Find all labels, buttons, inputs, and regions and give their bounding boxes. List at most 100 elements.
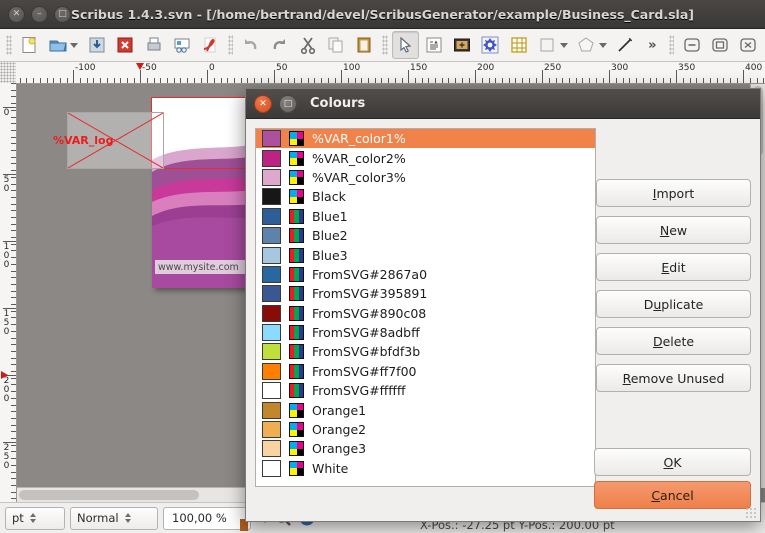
dialog-resize-grip[interactable] bbox=[745, 507, 757, 519]
colour-name-label: %VAR_color2% bbox=[312, 150, 406, 166]
insert-polygon-dropdown-icon[interactable] bbox=[598, 42, 607, 48]
save-document-icon[interactable] bbox=[83, 31, 110, 59]
toolbar-grip[interactable] bbox=[6, 35, 12, 55]
ruler-minor-tick bbox=[147, 78, 148, 83]
insert-text-frame-icon[interactable] bbox=[420, 31, 447, 59]
ruler-minor-tick bbox=[556, 78, 557, 83]
delete-button[interactable]: Delete bbox=[596, 327, 751, 355]
vruler-minor-tick bbox=[11, 271, 16, 272]
ruler-minor-tick bbox=[683, 78, 684, 83]
zoom-input[interactable]: 100,00 % bbox=[163, 506, 251, 530]
ruler-minor-tick bbox=[408, 78, 409, 83]
colour-list-item[interactable]: FromSVG#890c08 bbox=[256, 304, 595, 323]
colour-list-item[interactable]: Blue2 bbox=[256, 226, 595, 245]
insert-table-icon[interactable] bbox=[505, 31, 532, 59]
colour-list-item[interactable]: Blue1 bbox=[256, 207, 595, 226]
ruler-minor-tick bbox=[670, 78, 671, 83]
ruler-minor-tick bbox=[335, 78, 336, 83]
ruler-minor-tick bbox=[442, 78, 443, 83]
horizontal-scroll-thumb[interactable] bbox=[19, 490, 199, 500]
open-document-dropdown-icon[interactable] bbox=[70, 42, 79, 48]
toolbar-overflow-icon[interactable]: » bbox=[640, 38, 664, 53]
colour-list-item[interactable]: White bbox=[256, 459, 595, 478]
insert-line-icon[interactable] bbox=[612, 31, 639, 59]
cut-icon[interactable] bbox=[294, 31, 321, 59]
remove-unused-button[interactable]: Remove Unused bbox=[596, 364, 751, 392]
copy-icon[interactable] bbox=[322, 31, 349, 59]
colour-list-item[interactable]: %VAR_color3% bbox=[256, 168, 595, 187]
redo-icon[interactable] bbox=[266, 31, 293, 59]
colour-name-label: Orange2 bbox=[312, 422, 367, 438]
paste-icon[interactable] bbox=[351, 31, 378, 59]
zoom-actual-view-icon[interactable] bbox=[706, 31, 733, 59]
colour-list-item[interactable]: Black bbox=[256, 187, 595, 206]
window-maximize-icon[interactable]: □ bbox=[54, 5, 71, 23]
vruler-minor-tick bbox=[11, 96, 16, 97]
open-document-icon[interactable] bbox=[44, 31, 71, 59]
dialog-close-icon[interactable]: ✕ bbox=[254, 94, 272, 113]
ok-button[interactable]: OK bbox=[594, 448, 751, 476]
toolbar-grip-edit[interactable] bbox=[227, 35, 234, 55]
colour-list[interactable]: %VAR_color1% %VAR_color2% %VAR_color3% Blac… bbox=[255, 128, 596, 487]
preflight-verifier-icon[interactable] bbox=[168, 31, 195, 59]
insert-render-frame-icon[interactable] bbox=[477, 31, 504, 59]
new-document-icon[interactable] bbox=[16, 31, 43, 59]
cancel-button[interactable]: Cancel bbox=[594, 481, 751, 509]
preview-spinner-icon[interactable] bbox=[124, 513, 131, 523]
unit-selector[interactable]: pt bbox=[5, 506, 65, 530]
window-close-icon[interactable]: ✕ bbox=[8, 5, 25, 23]
duplicate-button[interactable]: Duplicate bbox=[596, 290, 751, 318]
ruler-minor-tick bbox=[469, 78, 470, 83]
logo-placeholder-text: %VAR_log bbox=[53, 134, 114, 147]
colour-list-item[interactable]: Orange1 bbox=[256, 400, 595, 419]
colour-swatch bbox=[262, 459, 281, 477]
colour-list-item[interactable]: FromSVG#ff7f00 bbox=[256, 362, 595, 381]
insert-polygon-icon[interactable] bbox=[573, 31, 600, 59]
colour-swatch bbox=[262, 285, 281, 303]
colour-list-item[interactable]: Orange3 bbox=[256, 439, 595, 458]
ruler-minor-tick bbox=[482, 78, 483, 83]
colour-list-item[interactable]: %VAR_color1% bbox=[256, 129, 595, 149]
print-icon[interactable] bbox=[140, 31, 167, 59]
colour-list-item[interactable]: FromSVG#2867a0 bbox=[256, 265, 595, 284]
vertical-ruler[interactable]: 0 50 100 150 200 250 bbox=[0, 83, 17, 502]
colour-list-item[interactable]: Orange2 bbox=[256, 420, 595, 439]
toolbar-grip-tools[interactable] bbox=[382, 35, 388, 55]
import-button[interactable]: Import bbox=[596, 179, 751, 207]
ruler-minor-tick bbox=[737, 78, 738, 83]
colour-list-item[interactable]: Blue3 bbox=[256, 245, 595, 264]
colour-list-item[interactable]: FromSVG#395891 bbox=[256, 284, 595, 303]
toolbar-grip-view[interactable] bbox=[668, 35, 675, 55]
ruler-label: 150 bbox=[410, 63, 428, 73]
vruler-minor-tick bbox=[11, 478, 16, 479]
dialog-maximize-icon[interactable]: □ bbox=[279, 94, 297, 113]
undo-icon[interactable] bbox=[237, 31, 264, 59]
edit-button[interactable]: Edit bbox=[596, 253, 751, 281]
insert-shape-dropdown-icon[interactable] bbox=[559, 42, 568, 48]
ruler-origin-corner[interactable] bbox=[0, 62, 17, 84]
close-document-icon[interactable] bbox=[112, 31, 139, 59]
ruler-minor-tick bbox=[53, 78, 54, 83]
select-item-icon[interactable] bbox=[391, 31, 419, 59]
vruler-minor-tick bbox=[11, 184, 16, 185]
vruler-minor-tick bbox=[11, 123, 16, 124]
colour-list-item[interactable]: FromSVG#8adbff bbox=[256, 323, 595, 342]
ruler-minor-tick bbox=[348, 78, 349, 83]
colour-list-item[interactable]: FromSVG#bfdf3b bbox=[256, 342, 595, 361]
ruler-minor-tick bbox=[174, 78, 175, 83]
export-pdf-icon[interactable] bbox=[197, 31, 224, 59]
unit-spinner-icon[interactable] bbox=[29, 513, 36, 523]
insert-shape-icon[interactable] bbox=[533, 31, 560, 59]
vruler-minor-tick bbox=[11, 384, 16, 385]
new-button[interactable]: New bbox=[596, 216, 751, 244]
zoom-out-view-icon[interactable] bbox=[678, 31, 705, 59]
horizontal-ruler[interactable]: -100 -50 0 50 100 150 200 250 300 350 400 bbox=[16, 62, 765, 84]
colour-list-item[interactable]: FromSVG#ffffff bbox=[256, 381, 595, 400]
colour-swatch bbox=[262, 227, 281, 245]
window-minimize-icon[interactable]: – bbox=[31, 5, 48, 23]
ruler-minor-tick bbox=[643, 78, 644, 83]
zoom-fit-view-icon[interactable] bbox=[735, 31, 762, 59]
colour-list-item[interactable]: %VAR_color2% bbox=[256, 148, 595, 167]
insert-image-frame-icon[interactable] bbox=[448, 31, 475, 59]
preview-mode-selector[interactable]: Normal bbox=[70, 506, 158, 530]
